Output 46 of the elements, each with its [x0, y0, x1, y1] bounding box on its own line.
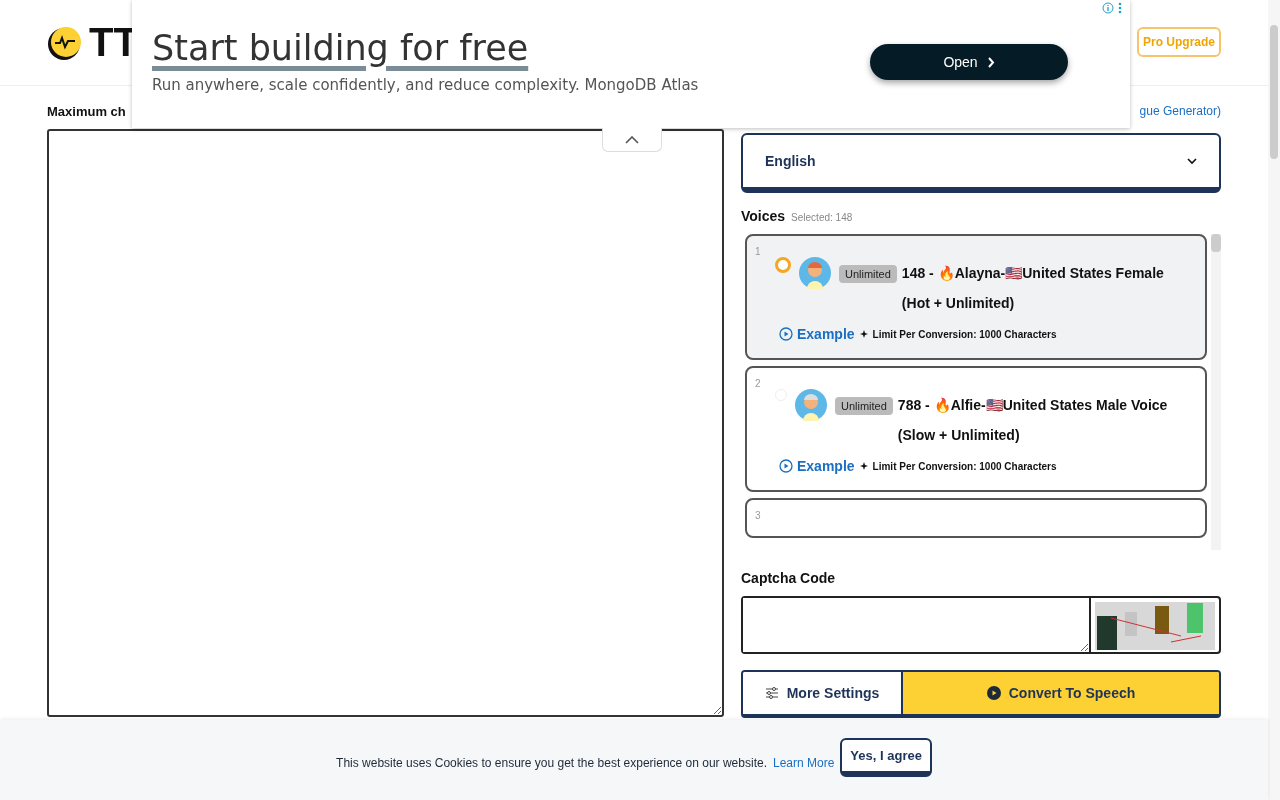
voice-name: 788 - 🔥Alfie-🇺🇸United States Male Voice (Slow + Unlimited): [897, 396, 1169, 445]
sliders-icon: [764, 686, 779, 700]
radio-button[interactable]: [775, 257, 791, 273]
page-scrollbar[interactable]: [1268, 0, 1280, 800]
example-link[interactable]: Example: [779, 458, 855, 474]
voice-card[interactable]: 2 Unlimited 788 - 🔥Alfie-🇺🇸United States Male Voice (Slow + Unlimited) Example Limit Per Conversion: 1000 Characters: [745, 366, 1207, 492]
learn-more-link[interactable]: Learn More: [773, 756, 835, 770]
play-circle-icon: [779, 327, 793, 341]
example-link[interactable]: Example: [779, 326, 855, 342]
info-icon[interactable]: [1102, 2, 1114, 14]
voice-name: 148 - 🔥Alayna-🇺🇸United States Female (Hot + Unlimited): [901, 264, 1165, 313]
ad-headline[interactable]: Start building for free: [152, 28, 699, 68]
more-icon[interactable]: [1118, 2, 1122, 14]
agree-button[interactable]: Yes, I agree: [840, 737, 932, 777]
captcha-input[interactable]: [741, 596, 1091, 654]
more-settings-button[interactable]: More Settings: [743, 672, 903, 714]
voice-index: 2: [755, 378, 762, 389]
collapse-ad-button[interactable]: [602, 128, 662, 152]
voice-card[interactable]: 1 Unlimited 148 - 🔥Alayna-🇺🇸United States Female (Hot + Unlimited) Example Limit Per Conversion: 1000 Characters: [745, 234, 1207, 360]
avatar-icon: [795, 389, 827, 421]
captcha-label: Captcha Code: [741, 570, 837, 586]
avatar-icon: [799, 257, 831, 289]
limit-text: Limit Per Conversion: 1000 Characters: [872, 460, 1057, 472]
voice-index: 1: [755, 246, 762, 257]
chevron-right-icon: [987, 56, 995, 68]
unlimited-badge: Unlimited: [839, 265, 897, 283]
ad-open-button[interactable]: Open: [870, 44, 1068, 80]
text-input-area[interactable]: [47, 129, 724, 717]
voice-index: 3: [755, 510, 762, 521]
language-select[interactable]: English: [741, 133, 1221, 193]
chevron-up-icon: [625, 135, 639, 144]
list-scrollbar[interactable]: [1211, 234, 1221, 550]
selected-count: Selected: 148: [791, 212, 853, 223]
play-circle-icon: [779, 459, 793, 473]
generator-link[interactable]: gue Generator): [1139, 104, 1221, 122]
convert-button[interactable]: Convert To Speech: [903, 672, 1219, 714]
logo-text: TT: [89, 20, 138, 65]
logo-icon: [47, 24, 83, 61]
limit-text: Limit Per Conversion: 1000 Characters: [872, 328, 1057, 340]
chevron-down-icon: [1187, 157, 1197, 165]
play-circle-icon: [986, 686, 1001, 700]
voices-title: Voices: [741, 208, 786, 224]
unlimited-badge: Unlimited: [835, 397, 893, 415]
cookie-text: This website uses Cookies to ensure you get the best experience on our website.: [336, 756, 767, 770]
max-characters-label: Maximum ch: [47, 104, 127, 119]
ad-tagline: Run anywhere, scale confidently, and reduce complexity. MongoDB Atlas: [152, 76, 699, 94]
